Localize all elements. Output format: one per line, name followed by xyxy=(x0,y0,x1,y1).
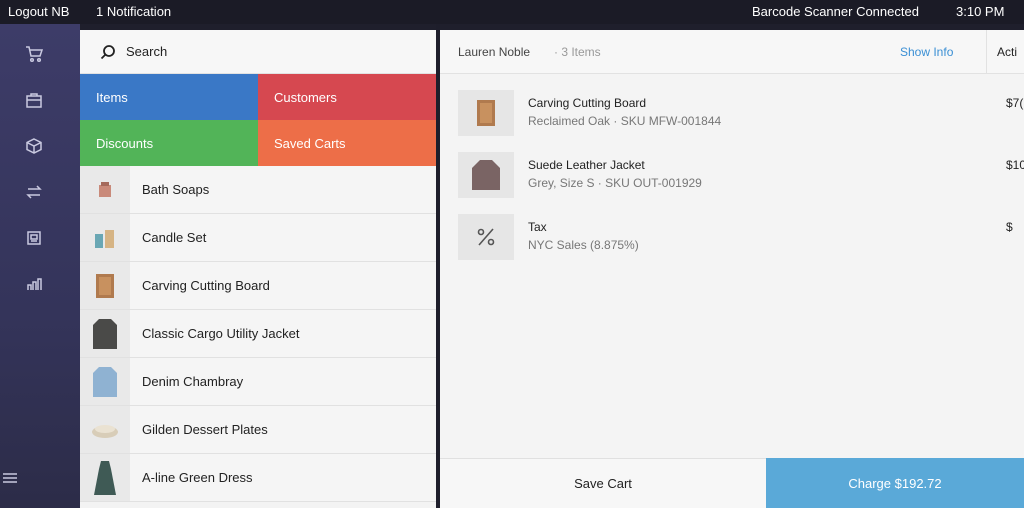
cart-line[interactable]: Suede Leather Jacket Grey, Size S · SKU … xyxy=(440,150,1024,208)
logout-button[interactable]: Logout NB xyxy=(8,4,69,19)
list-item[interactable]: Bath Soaps xyxy=(80,166,436,214)
item-thumbnail xyxy=(80,166,130,213)
box-icon[interactable] xyxy=(22,134,46,158)
actions-button[interactable]: Acti xyxy=(986,30,1024,74)
scanner-status: Barcode Scanner Connected xyxy=(752,4,919,19)
item-label: Denim Chambray xyxy=(142,374,244,389)
cart-panel: Lauren Noble · 3 Items Show Info Acti Ca… xyxy=(440,30,1024,508)
search-input[interactable]: Search xyxy=(126,44,406,59)
item-label: Gilden Dessert Plates xyxy=(142,422,268,437)
save-cart-button[interactable]: Save Cart xyxy=(440,458,766,508)
tile-discounts[interactable]: Discounts xyxy=(80,120,258,166)
notifications-link[interactable]: 1 Notification xyxy=(96,4,171,19)
item-thumbnail xyxy=(80,214,130,261)
line-price: $10 xyxy=(1006,158,1024,172)
line-detail: Grey, Size S · SKU OUT-001929 xyxy=(528,176,702,190)
tile-customers[interactable]: Customers xyxy=(258,74,436,120)
list-item[interactable]: A-line Green Dress xyxy=(80,454,436,502)
line-thumbnail xyxy=(458,90,514,136)
status-bar: Logout NB 1 Notification Barcode Scanner… xyxy=(0,0,1024,24)
reports-icon[interactable] xyxy=(22,272,46,296)
register-icon[interactable] xyxy=(22,226,46,250)
line-price: $ xyxy=(1006,220,1013,234)
list-item[interactable]: Denim Chambray xyxy=(80,358,436,406)
item-label: Bath Soaps xyxy=(142,182,210,197)
line-thumbnail xyxy=(458,152,514,198)
line-detail: Reclaimed Oak · SKU MFW-001844 xyxy=(528,114,722,128)
briefcase-icon[interactable] xyxy=(22,88,46,112)
item-count: · 3 Items xyxy=(554,45,601,59)
item-label: Classic Cargo Utility Jacket xyxy=(142,326,300,341)
show-info-link[interactable]: Show Info xyxy=(900,45,953,59)
category-tiles: Items Customers Discounts Saved Carts xyxy=(80,74,436,166)
item-thumbnail xyxy=(80,454,130,501)
cart-line[interactable]: Tax NYC Sales (8.875%) $ xyxy=(440,212,1024,270)
list-item[interactable]: Gilden Dessert Plates xyxy=(80,406,436,454)
cart-icon[interactable] xyxy=(22,42,46,66)
tile-items[interactable]: Items xyxy=(80,74,258,120)
item-label: Carving Cutting Board xyxy=(142,278,270,293)
menu-icon[interactable] xyxy=(0,466,20,490)
charge-button[interactable]: Charge $192.72 xyxy=(766,458,1024,508)
nav-rail xyxy=(0,24,80,508)
tile-saved-carts[interactable]: Saved Carts xyxy=(258,120,436,166)
item-thumbnail xyxy=(80,262,130,309)
list-item[interactable]: Candle Set xyxy=(80,214,436,262)
percent-icon xyxy=(458,214,514,260)
item-thumbnail xyxy=(80,358,130,405)
search-icon xyxy=(100,44,116,60)
transfer-icon[interactable] xyxy=(22,180,46,204)
library-panel: Search Items Customers Discounts Saved C… xyxy=(80,30,436,508)
line-price: $7( xyxy=(1006,96,1024,110)
search-bar[interactable]: Search xyxy=(80,30,436,74)
line-detail: NYC Sales (8.875%) xyxy=(528,238,639,252)
item-label: A-line Green Dress xyxy=(142,470,253,485)
customer-name[interactable]: Lauren Noble xyxy=(458,45,530,59)
line-name: Carving Cutting Board xyxy=(528,96,647,110)
clock: 3:10 PM xyxy=(956,4,1005,19)
line-name: Tax xyxy=(528,220,547,234)
cart-header: Lauren Noble · 3 Items Show Info Acti xyxy=(440,30,1024,74)
list-item[interactable]: Carving Cutting Board xyxy=(80,262,436,310)
line-name: Suede Leather Jacket xyxy=(528,158,645,172)
list-item[interactable]: Classic Cargo Utility Jacket xyxy=(80,310,436,358)
item-thumbnail xyxy=(80,406,130,453)
cart-line[interactable]: Carving Cutting Board Reclaimed Oak · SK… xyxy=(440,88,1024,146)
item-list: Bath Soaps Candle Set Carving Cutting Bo… xyxy=(80,166,436,508)
item-label: Candle Set xyxy=(142,230,207,245)
item-thumbnail xyxy=(80,310,130,357)
